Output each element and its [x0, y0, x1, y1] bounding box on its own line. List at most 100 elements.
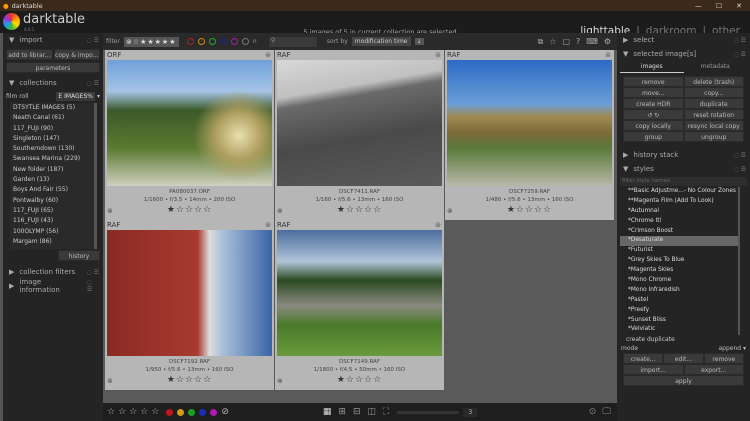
delete-trash-button[interactable]: delete (trash) — [683, 76, 744, 87]
blue-label-button[interactable] — [199, 408, 207, 416]
history-button[interactable]: history — [58, 250, 100, 261]
group-icon[interactable]: ⊜ — [605, 51, 611, 59]
list-item[interactable]: Garden (13) — [10, 175, 94, 185]
style-item[interactable]: *Futurist — [620, 246, 738, 256]
star-rating[interactable]: ★☆☆☆☆ — [105, 375, 274, 385]
reject-icon[interactable]: ⊗ — [447, 207, 453, 215]
copy-locally-button[interactable]: copy locally — [623, 120, 684, 131]
style-item[interactable]: *Preefy — [620, 306, 738, 316]
reject-icon[interactable]: ⊗ — [277, 377, 283, 385]
style-item[interactable]: **Magenta Film (Add To Look) — [620, 197, 738, 207]
reset-presets-icon[interactable]: ◌ ☰ — [86, 269, 103, 276]
collection-filters-header[interactable]: ▶ collection filters ◌ ☰ — [3, 265, 103, 279]
copy-button[interactable]: copy... — [683, 87, 744, 98]
export-style-button[interactable]: export... — [683, 364, 744, 376]
star-rating[interactable]: ★☆☆☆☆ — [275, 375, 444, 385]
sort-order-icon[interactable]: ⇣ — [414, 38, 424, 45]
list-item[interactable]: New folder (187) — [10, 165, 94, 175]
style-item[interactable]: *Pastel — [620, 296, 738, 306]
import-style-button[interactable]: import... — [623, 364, 684, 376]
reset-presets-icon[interactable]: ◌ ☰ — [86, 37, 103, 44]
zoom-slider[interactable] — [397, 410, 460, 414]
reset-presets-icon[interactable]: ◌ ☰ — [87, 279, 103, 293]
add-to-library-button[interactable]: add to librar... — [6, 49, 53, 60]
green-label-filter[interactable] — [208, 38, 216, 45]
resync-local-copy-button[interactable]: resync local copy — [683, 120, 744, 131]
parameters-button[interactable]: parameters — [6, 62, 100, 73]
group-icon[interactable]: ⊜ — [435, 51, 441, 59]
thumbnail[interactable]: RAF ⊜ DSCF7259.RAF 1/480 • f/5.6 • 13mm •… — [445, 50, 614, 220]
collection-property-select[interactable]: film roll — [6, 93, 54, 100]
thumbnail[interactable]: ORF ⊜ PA080037.ORF 1/1600 • f/3.5 • 14mm … — [105, 50, 274, 220]
style-item[interactable]: *Mono Infraredish — [620, 286, 738, 296]
tab-images[interactable]: images — [620, 61, 684, 73]
zoomable-layout-icon[interactable]: ⊞ — [338, 407, 346, 417]
style-item[interactable]: *Velviatic — [620, 325, 738, 335]
list-item[interactable]: 117_FUJI (65) — [10, 206, 94, 216]
edit-style-button[interactable]: edit... — [663, 353, 704, 365]
red-label-button[interactable] — [166, 408, 174, 416]
preferences-gear-icon[interactable]: ⚙ — [604, 37, 611, 47]
list-item[interactable]: Pontwalby (60) — [10, 196, 94, 206]
reset-presets-icon[interactable]: ◌ ☰ — [733, 166, 750, 173]
star-icon[interactable]: ☆ — [549, 37, 556, 47]
create-duplicate-checkbox[interactable]: create duplicate — [617, 335, 750, 344]
focus-peaking-icon[interactable]: ⊙ — [589, 407, 597, 417]
star-rating[interactable]: ★☆☆☆☆ — [445, 205, 614, 215]
clear-labels-icon[interactable]: ⊘ — [221, 407, 229, 417]
reject-icon[interactable]: ⊗ — [277, 207, 283, 215]
columns-count[interactable]: 3 — [463, 407, 478, 417]
remove-button[interactable]: remove — [623, 76, 684, 87]
green-label-button[interactable] — [188, 408, 196, 416]
gray-label-filter[interactable] — [241, 38, 249, 45]
reject-icon[interactable]: ⊗ — [107, 207, 113, 215]
collections-module-header[interactable]: ▼ collections ◌ ☰ — [3, 76, 103, 90]
star-rating-toolbar[interactable]: ☆☆☆☆☆ — [107, 407, 162, 417]
style-item[interactable]: *Autumnal — [620, 207, 738, 217]
thumbnail[interactable]: RAF ⊜ DSCF7411.RAF 1/160 • f/5.6 • 13mm •… — [275, 50, 444, 220]
list-item[interactable]: Singleton (147) — [10, 134, 94, 144]
sort-select[interactable]: modification time — [351, 37, 411, 46]
purple-label-filter[interactable] — [230, 38, 238, 45]
culling-layout-icon[interactable]: ⊟ — [353, 407, 361, 417]
help-icon[interactable]: ? — [576, 37, 580, 47]
list-item[interactable]: DTSYTLE IMAGES (5) — [10, 103, 94, 113]
list-item[interactable]: Margam (86) — [10, 237, 94, 247]
style-item[interactable]: *Magenta Skies — [620, 266, 738, 276]
star-rating[interactable]: ★☆☆☆☆ — [105, 205, 274, 215]
shortcuts-icon[interactable]: ⌨ — [586, 37, 598, 47]
style-item[interactable]: *Chrome It! — [620, 217, 738, 227]
compare-layout-icon[interactable]: ◫ — [368, 407, 377, 417]
import-module-header[interactable]: ▼ import ◌ ☰ — [3, 33, 103, 47]
star-rating[interactable]: ★☆☆☆☆ — [275, 205, 444, 215]
search-input[interactable]: ⚲ — [268, 36, 317, 47]
yellow-label-filter[interactable] — [197, 38, 205, 45]
group-button[interactable]: group — [623, 131, 684, 142]
styles-header[interactable]: ▼ styles ◌ ☰ — [617, 162, 750, 176]
ungroup-button[interactable]: ungroup — [683, 131, 744, 142]
collection-value-input[interactable]: E IMAGES% — [56, 92, 95, 101]
style-item[interactable]: *Mono Chrome — [620, 276, 738, 286]
select-module-header[interactable]: ▶ select ◌ ☰ — [617, 33, 750, 47]
group-icon[interactable]: ⊜ — [435, 221, 441, 229]
and-or-icon[interactable]: ∩ — [253, 38, 257, 45]
reset-presets-icon[interactable]: ◌ ☰ — [733, 152, 750, 159]
thumbnail[interactable]: RAF ⊜ DSCF7149.RAF 1/1800 • f/4.5 • 50mm … — [275, 220, 444, 390]
reset-rotation-button[interactable]: reset rotation — [683, 109, 744, 120]
chevron-down-icon[interactable]: ▾ — [97, 93, 100, 100]
filemanager-layout-icon[interactable]: ▦ — [323, 407, 332, 417]
move-button[interactable]: move... — [623, 87, 684, 98]
rating-filter[interactable]: ⊗☆★★★★★ — [123, 36, 179, 47]
list-item[interactable]: Neath Canal (61) — [10, 113, 94, 123]
apply-style-button[interactable]: apply — [623, 375, 744, 387]
purple-label-button[interactable] — [210, 408, 218, 416]
overlay-icon[interactable]: ▢ — [562, 37, 570, 47]
list-item[interactable]: 116_FUJI (43) — [10, 216, 94, 226]
style-item[interactable]: *Crimson Boost — [620, 227, 738, 237]
mode-select[interactable]: append — [718, 344, 741, 353]
yellow-label-button[interactable] — [177, 408, 185, 416]
style-filter-input[interactable]: filter style names — [620, 177, 747, 186]
create-hdr-button[interactable]: create HDR — [623, 98, 684, 109]
image-information-header[interactable]: ▶ image information ◌ ☰ — [3, 278, 103, 294]
reset-presets-icon[interactable]: ◌ ☰ — [86, 80, 103, 87]
